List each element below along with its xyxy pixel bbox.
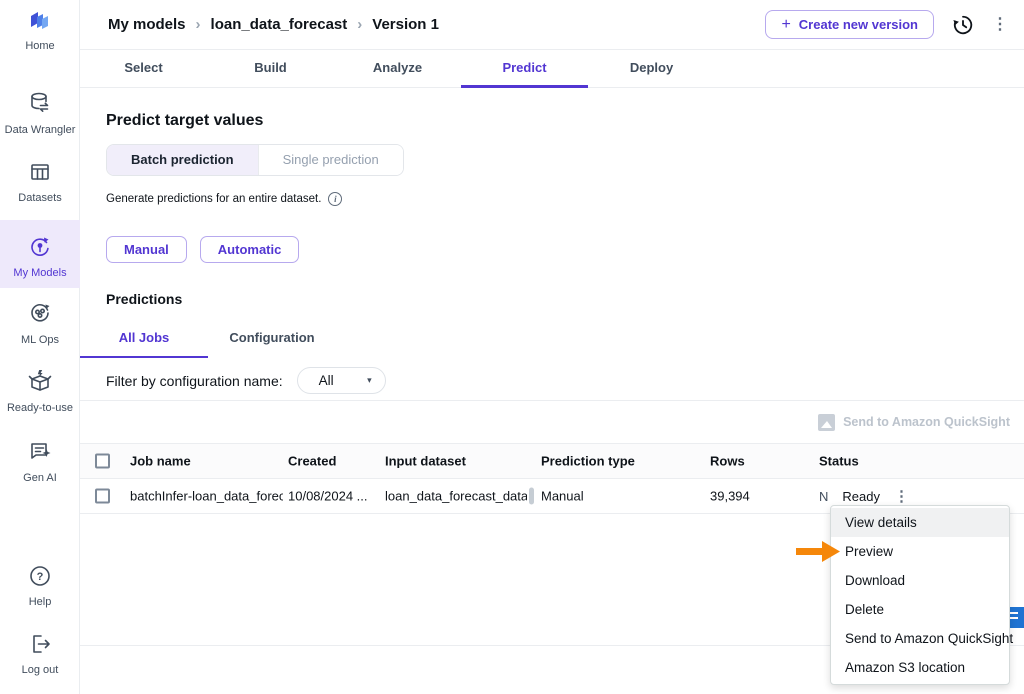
data-wrangler-icon: [27, 92, 53, 120]
status-prefix: N: [819, 488, 829, 504]
menu-item-send-to-quicksight[interactable]: Send to Amazon QuickSight: [831, 624, 1013, 653]
sidebar-item-ready-to-use[interactable]: Ready-to-use: [0, 368, 80, 414]
row-context-menu: View details Preview Download Delete Sen…: [830, 505, 1013, 685]
col-input-dataset[interactable]: Input dataset: [385, 454, 466, 469]
page-title: Predict target values: [106, 112, 264, 129]
batch-caption: Generate predictions for an entire datas…: [106, 193, 322, 205]
single-prediction-toggle[interactable]: Single prediction: [257, 145, 403, 175]
plus-icon: +: [781, 15, 791, 33]
row-kebab-menu-icon[interactable]: ⋮: [894, 487, 909, 505]
version-history-icon[interactable]: [952, 14, 974, 36]
col-rows[interactable]: Rows: [710, 454, 745, 469]
menu-item-download[interactable]: Download: [831, 566, 1009, 595]
filter-row: Filter by configuration name: All ▾: [106, 367, 386, 394]
sidebar-label-log-out: Log out: [21, 664, 59, 676]
my-models-icon: [27, 237, 53, 263]
app-window: Home Data Wrangler Datasets My Models ML…: [0, 0, 1024, 694]
manual-button[interactable]: Manual: [106, 236, 187, 263]
sidebar-item-home[interactable]: Home: [0, 8, 80, 52]
cell-job-name: batchInfer-loan_data_forecast: [130, 488, 283, 504]
filter-label: Filter by configuration name:: [106, 372, 283, 389]
breadcrumb-version: Version 1: [372, 16, 439, 33]
tab-predict[interactable]: Predict: [461, 50, 588, 88]
log-out-icon: [28, 635, 52, 660]
sidebar-label-my-models: My Models: [13, 267, 67, 279]
gen-ai-icon: [27, 443, 53, 468]
sidebar-item-log-out[interactable]: Log out: [0, 632, 80, 676]
prediction-action-buttons: Manual Automatic: [106, 236, 300, 263]
jobs-table-header: Job name Created Input dataset Predictio…: [80, 443, 1024, 479]
chevron-right-icon: ›: [195, 16, 201, 33]
breadcrumb-my-models[interactable]: My models: [108, 16, 186, 33]
question-glyph: ?: [37, 571, 44, 583]
create-new-version-label: Create new version: [798, 17, 918, 32]
sidebar-item-help[interactable]: ? Help: [0, 564, 80, 608]
sidebar-label-ready-to-use: Ready-to-use: [6, 402, 74, 414]
tab-deploy[interactable]: Deploy: [588, 50, 715, 87]
sidebar-label-ml-ops: ML Ops: [20, 334, 60, 346]
menu-item-delete[interactable]: Delete: [831, 595, 1009, 624]
cell-created: 10/08/2024 ...: [288, 488, 368, 504]
send-to-quicksight-action[interactable]: Send to Amazon QuickSight: [843, 415, 1010, 429]
quicksight-action-bar: Send to Amazon QuickSight: [80, 401, 1024, 443]
ml-ops-icon: [27, 304, 53, 330]
sidebar-item-datasets[interactable]: Datasets: [0, 160, 80, 204]
chevron-down-icon: ▾: [367, 375, 372, 385]
status-value: Ready: [842, 488, 880, 504]
menu-item-preview[interactable]: Preview: [831, 537, 1009, 566]
top-bar-actions: + Create new version ⋮: [765, 10, 1008, 39]
batch-prediction-toggle[interactable]: Batch prediction: [107, 145, 258, 175]
sidebar-item-ml-ops[interactable]: ML Ops: [0, 300, 80, 346]
create-new-version-button[interactable]: + Create new version: [765, 10, 934, 39]
jobs-tab-bar: All Jobs Configuration: [80, 330, 336, 358]
tab-analyze[interactable]: Analyze: [334, 50, 461, 87]
sidebar-label-gen-ai: Gen AI: [23, 472, 57, 484]
configuration-filter-dropdown[interactable]: All ▾: [296, 367, 386, 394]
filter-selected-value: All: [318, 373, 334, 388]
tab-configuration[interactable]: Configuration: [208, 330, 336, 358]
sidebar-label-data-wrangler: Data Wrangler: [4, 124, 76, 136]
predictions-title: Predictions: [106, 291, 183, 307]
sidebar-item-my-models[interactable]: My Models: [0, 220, 80, 288]
sidebar: Home Data Wrangler Datasets My Models ML…: [0, 0, 80, 694]
sidebar-item-gen-ai[interactable]: Gen AI: [0, 438, 80, 484]
col-prediction-type[interactable]: Prediction type: [541, 454, 635, 469]
cell-input-dataset: loan_data_forecast_dataset: [385, 488, 527, 504]
info-icon[interactable]: i: [328, 192, 343, 206]
automatic-button[interactable]: Automatic: [199, 236, 300, 263]
col-job-name[interactable]: Job name: [130, 454, 191, 469]
col-status[interactable]: Status: [819, 454, 859, 469]
tab-select[interactable]: Select: [80, 50, 207, 87]
canvas-logo-icon: [27, 12, 53, 36]
cell-status: N Ready ⋮: [819, 487, 909, 505]
tab-all-jobs[interactable]: All Jobs: [80, 330, 208, 358]
quicksight-icon: [818, 413, 836, 431]
sidebar-item-data-wrangler[interactable]: Data Wrangler: [0, 90, 80, 136]
top-bar: My models › loan_data_forecast › Version…: [80, 0, 1024, 50]
chevron-right-icon: ›: [357, 16, 363, 33]
header-kebab-menu-icon[interactable]: ⋮: [992, 16, 1008, 33]
column-resize-handle[interactable]: [529, 487, 534, 505]
breadcrumb-model-name[interactable]: loan_data_forecast: [211, 16, 348, 33]
tab-build[interactable]: Build: [207, 50, 334, 87]
datasets-icon: [28, 164, 52, 188]
breadcrumb: My models › loan_data_forecast › Version…: [108, 16, 439, 33]
model-tab-bar: Select Build Analyze Predict Deploy: [80, 50, 1024, 88]
menu-item-s3-location[interactable]: Amazon S3 location: [831, 653, 1009, 682]
sidebar-label-datasets: Datasets: [18, 192, 62, 204]
annotation-arrow-icon: [796, 541, 840, 567]
ready-to-use-icon: [27, 370, 53, 398]
prediction-mode-toggle: Batch prediction Single prediction: [106, 144, 404, 176]
help-icon: ?: [28, 566, 52, 592]
batch-caption-row: Generate predictions for an entire datas…: [106, 192, 343, 206]
sidebar-label-home: Home: [25, 40, 55, 52]
cell-rows: 39,394: [710, 488, 750, 504]
sidebar-label-help: Help: [28, 596, 52, 608]
row-checkbox[interactable]: [95, 488, 110, 504]
select-all-checkbox[interactable]: [95, 453, 110, 469]
cell-prediction-type: Manual: [541, 488, 584, 504]
menu-item-view-details[interactable]: View details: [831, 508, 1009, 537]
col-created[interactable]: Created: [288, 454, 336, 469]
